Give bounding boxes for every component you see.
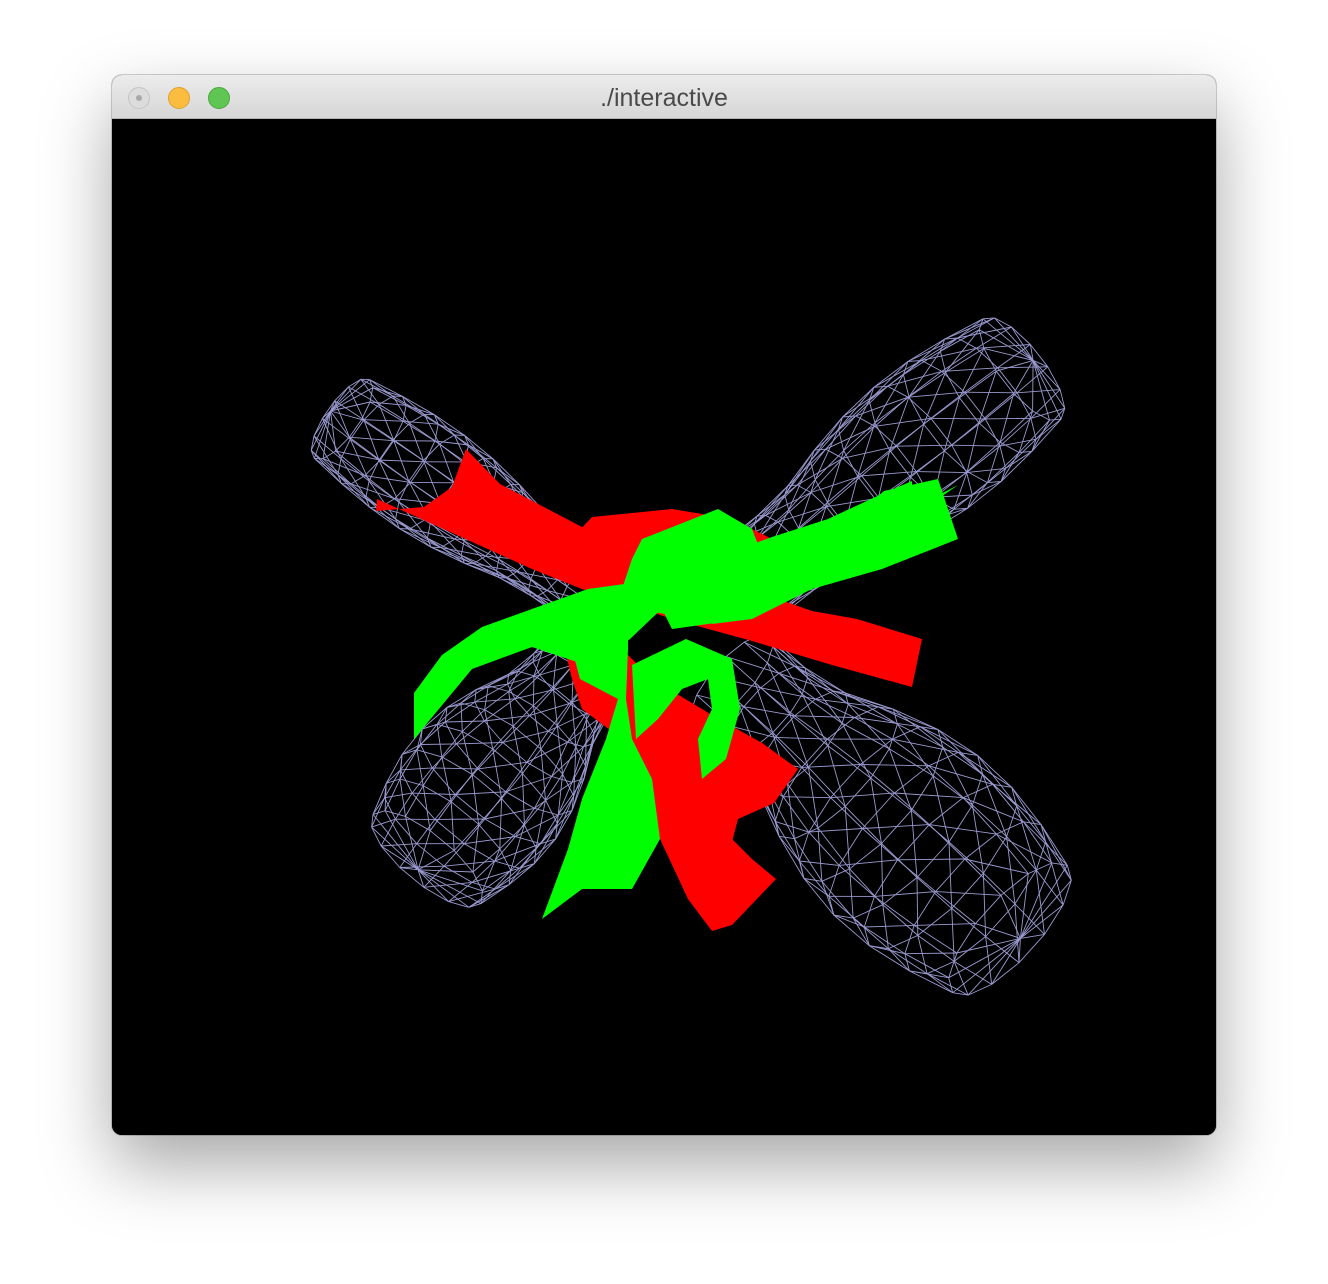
scene-background bbox=[112, 119, 1216, 1135]
title-bar[interactable]: ./interactive bbox=[112, 75, 1216, 119]
app-window: ./interactive bbox=[112, 75, 1216, 1135]
scene-canvas[interactable] bbox=[112, 119, 1216, 1135]
gl-viewport[interactable] bbox=[112, 119, 1216, 1135]
window-title: ./interactive bbox=[600, 84, 728, 112]
